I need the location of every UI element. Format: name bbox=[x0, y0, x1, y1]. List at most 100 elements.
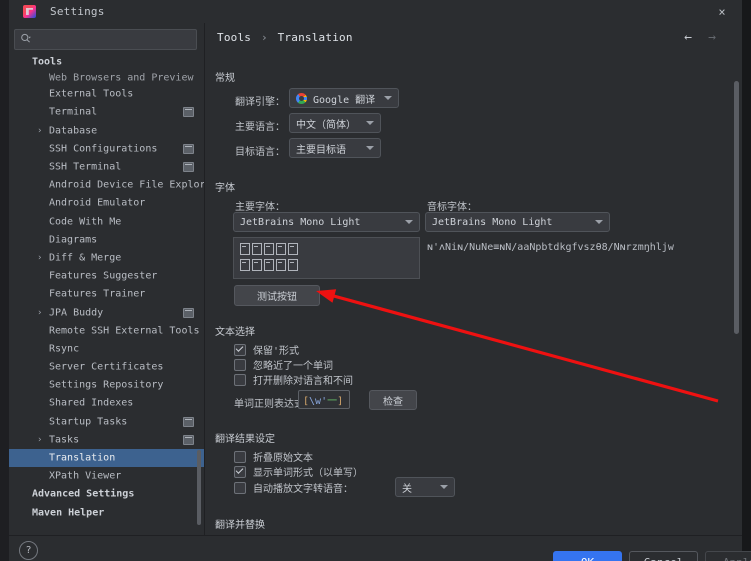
sidebar-item-translation[interactable]: Translation bbox=[9, 448, 204, 468]
sidebar-item-tools[interactable]: Tools bbox=[9, 55, 204, 71]
sidebar-item-label: Translation bbox=[49, 452, 116, 464]
checkbox-autoplay-tts[interactable] bbox=[234, 481, 246, 494]
breadcrumb: Tools › Translation bbox=[217, 31, 353, 44]
sidebar-item-label: Maven Helper bbox=[32, 507, 105, 519]
sidebar-item-external-tools[interactable]: External Tools bbox=[9, 85, 204, 103]
option-autoplay-tts[interactable]: 自动播放文字转语音： bbox=[234, 480, 353, 495]
phonetic-font-preview: ɴ'ʌNiɴ/NuNe≡ɴN/aaNpbtdkgfvszθ8/Nɴrzmŋhlj… bbox=[427, 242, 674, 253]
settings-dialog-window: Settings × Tools Web Browsers and Preview… bbox=[0, 0, 751, 561]
dialog-footer: ? OK Cancel Apply bbox=[9, 535, 751, 561]
sidebar-item-ssh-configurations[interactable]: SSH Configurations bbox=[9, 140, 204, 158]
tree-list: Tools Web Browsers and Preview External To… bbox=[9, 55, 204, 522]
chevron-right-icon[interactable]: › bbox=[37, 126, 45, 135]
primary-font-combo[interactable]: JetBrains Mono Light bbox=[233, 212, 420, 232]
group-translate-replace: 翻译并替换 bbox=[215, 516, 734, 531]
desktop-backdrop-right bbox=[742, 0, 751, 561]
primary-font-value: JetBrains Mono Light bbox=[240, 216, 361, 228]
settings-scroll-area: 常规 翻译引擎： Google 翻译 主要语言： 中文（简体） 目标语言： 主要… bbox=[205, 51, 742, 535]
chevron-right-icon[interactable]: › bbox=[37, 308, 45, 317]
option-fold-original[interactable]: 折叠原始文本 bbox=[234, 449, 313, 464]
sidebar-item-features-suggester[interactable]: Features Suggester bbox=[9, 267, 204, 285]
sidebar-item-label: Server Certificates bbox=[49, 361, 164, 373]
sidebar-item-xpath-viewer[interactable]: XPath Viewer bbox=[9, 467, 204, 485]
checkbox-keep-form[interactable] bbox=[234, 343, 246, 356]
checkbox-strip-breaks[interactable] bbox=[234, 373, 246, 386]
phonetic-font-combo[interactable]: JetBrains Mono Light bbox=[425, 212, 610, 232]
word-regex-input[interactable]: [\w'一] bbox=[298, 390, 350, 409]
project-scope-icon bbox=[183, 162, 194, 173]
ok-button[interactable]: OK bbox=[553, 551, 622, 561]
engine-combo[interactable]: Google 翻译 bbox=[289, 88, 399, 108]
sidebar-item-shared-indexes[interactable]: Shared Indexes bbox=[9, 394, 204, 412]
sidebar-item-database[interactable]: › Database bbox=[9, 122, 204, 140]
arrow-right-icon[interactable]: → bbox=[704, 29, 720, 45]
tts-mode-combo[interactable]: 关 bbox=[395, 477, 455, 497]
settings-category-tree[interactable]: Tools Web Browsers and Preview External To… bbox=[9, 55, 204, 535]
group-translation-result: 翻译结果设定 bbox=[215, 430, 734, 445]
sidebar-item-android-device-file-explorer[interactable]: Android Device File Explorer bbox=[9, 176, 204, 194]
target-lang-combo[interactable]: 主要目标语 bbox=[289, 138, 381, 158]
sidebar-scrollbar[interactable] bbox=[197, 450, 201, 525]
cancel-button[interactable]: Cancel bbox=[629, 551, 698, 561]
project-scope-icon bbox=[183, 307, 194, 318]
content-scrollbar[interactable] bbox=[734, 81, 739, 334]
chevron-right-icon[interactable]: › bbox=[37, 435, 45, 444]
source-lang-value: 中文（简体） bbox=[296, 119, 356, 131]
sidebar-item-label: Diff & Merge bbox=[49, 252, 122, 264]
sidebar-item-label: Features Trainer bbox=[49, 288, 146, 300]
chevron-down-icon bbox=[366, 146, 374, 150]
breadcrumb-separator: › bbox=[260, 31, 268, 44]
sidebar-item-label: SSH Terminal bbox=[49, 161, 122, 173]
font-preview-line-2 bbox=[240, 259, 413, 275]
sidebar-item-maven-helper[interactable]: Maven Helper bbox=[9, 504, 204, 522]
sidebar-item-tasks[interactable]: › Tasks bbox=[9, 431, 204, 449]
arrow-left-icon[interactable]: ← bbox=[680, 29, 696, 45]
search-input[interactable] bbox=[38, 32, 192, 45]
sidebar-item-diagrams[interactable]: Diagrams bbox=[9, 231, 204, 249]
chevron-down-icon bbox=[384, 96, 392, 100]
checkbox-fold-original[interactable] bbox=[234, 450, 246, 463]
test-font-button[interactable]: 测试按钮 bbox=[234, 285, 320, 306]
option-ignore-nearby-word[interactable]: 忽略近了一个单词 bbox=[234, 357, 333, 372]
close-icon[interactable]: × bbox=[714, 4, 730, 20]
source-lang-combo[interactable]: 中文（简体） bbox=[289, 113, 381, 133]
checkbox-ignore-nearby-word[interactable] bbox=[234, 358, 246, 371]
breadcrumb-root[interactable]: Tools bbox=[217, 31, 251, 44]
primary-font-preview[interactable] bbox=[233, 237, 420, 279]
search-field-wrapper[interactable] bbox=[14, 29, 197, 50]
word-regex-value: [\w'一] bbox=[303, 392, 343, 407]
option-strip-breaks[interactable]: 打开删除对语言和不间 bbox=[234, 372, 353, 387]
sidebar-item-rsync[interactable]: Rsync bbox=[9, 340, 204, 358]
help-icon[interactable]: ? bbox=[19, 541, 38, 560]
sidebar-item-code-with-me[interactable]: Code With Me bbox=[9, 213, 204, 231]
sidebar-item-server-certificates[interactable]: Server Certificates bbox=[9, 358, 204, 376]
sidebar-item-label: XPath Viewer bbox=[49, 470, 122, 482]
sidebar-item-label: Features Suggester bbox=[49, 270, 158, 282]
sidebar-item-advanced-settings[interactable]: Advanced Settings bbox=[9, 485, 204, 503]
desktop-backdrop-left bbox=[0, 0, 9, 561]
option-label: 保留'形式 bbox=[253, 346, 300, 357]
sidebar-item-remote-ssh-external-tools[interactable]: Remote SSH External Tools bbox=[9, 322, 204, 340]
option-label: 打开删除对语言和不间 bbox=[253, 376, 353, 387]
group-rule bbox=[215, 75, 734, 76]
checkbox-show-word-forms[interactable] bbox=[234, 465, 246, 478]
sidebar-item-features-trainer[interactable]: Features Trainer bbox=[9, 285, 204, 303]
check-regex-button[interactable]: 检查 bbox=[369, 390, 417, 410]
sidebar-item-settings-repository[interactable]: Settings Repository bbox=[9, 376, 204, 394]
sidebar-item-startup-tasks[interactable]: Startup Tasks bbox=[9, 413, 204, 431]
regex-token: ] bbox=[337, 396, 344, 407]
option-show-word-forms[interactable]: 显示单词形式（以单写） bbox=[234, 464, 363, 479]
chevron-down-icon bbox=[440, 485, 448, 489]
option-keep-form[interactable]: 保留'形式 bbox=[234, 342, 299, 357]
sidebar-item-web-browsers-and-preview[interactable]: Web Browsers and Preview bbox=[9, 71, 204, 85]
sidebar-item-terminal[interactable]: Terminal bbox=[9, 103, 204, 121]
chevron-right-icon[interactable]: › bbox=[37, 253, 45, 262]
sidebar-item-android-emulator[interactable]: Android Emulator bbox=[9, 194, 204, 212]
apply-button[interactable]: Apply bbox=[705, 551, 751, 561]
sidebar-item-ssh-terminal[interactable]: SSH Terminal bbox=[9, 158, 204, 176]
sidebar-item-diff-merge[interactable]: › Diff & Merge bbox=[9, 249, 204, 267]
sidebar-item-label: SSH Configurations bbox=[49, 143, 158, 155]
sidebar-item-jpa-buddy[interactable]: › JPA Buddy bbox=[9, 303, 204, 321]
label-primary-font: 主要字体： bbox=[235, 202, 285, 213]
sidebar-item-label: Shared Indexes bbox=[49, 397, 134, 409]
